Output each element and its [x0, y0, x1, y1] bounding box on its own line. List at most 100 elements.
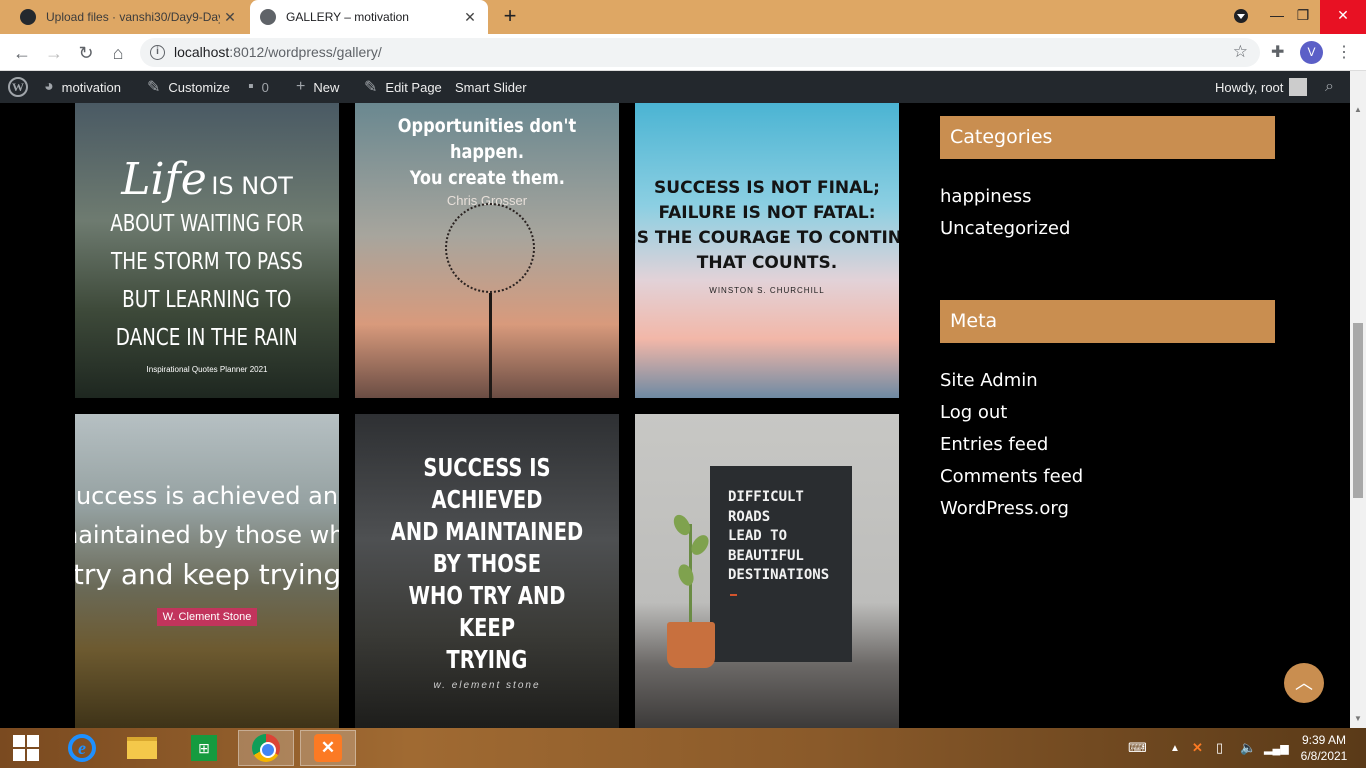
- quote-word-life: Life: [121, 153, 207, 205]
- store-icon: ⊞: [191, 735, 217, 761]
- new-content-link[interactable]: + New: [296, 71, 339, 103]
- xampp-icon: ✕: [314, 734, 342, 762]
- smart-slider-link[interactable]: Smart Slider: [455, 71, 527, 103]
- xampp-tray-icon[interactable]: ✕: [1192, 728, 1203, 768]
- tab-close-button[interactable]: ✕: [220, 9, 240, 26]
- browser-menu-icon[interactable]: ⋮: [1336, 42, 1352, 62]
- globe-icon: [260, 9, 276, 25]
- tab-close-button[interactable]: ✕: [460, 9, 480, 26]
- letter-board: DIFFICULT ROADS LEAD TO BEAUTIFUL DESTIN…: [710, 466, 852, 662]
- forward-arrow-icon[interactable]: →: [42, 41, 66, 65]
- quote-line: IT IS THE COURAGE TO CONTINUE: [635, 228, 899, 248]
- quote-line: BEAUTIFUL: [728, 547, 804, 564]
- gallery-image-churchill-quote[interactable]: SUCCESS IS NOT FINAL; FAILURE IS NOT FAT…: [635, 103, 899, 398]
- quote-line: Opportunities don't happen.: [397, 115, 577, 163]
- browser-toolbar: ← → ↻ ⌂ i localhost:8012/wordpress/galle…: [0, 34, 1366, 71]
- quote-author: WINSTON S. CHURCHILL: [709, 286, 825, 295]
- quote-line: SUCCESS IS NOT FINAL;: [654, 178, 880, 198]
- quote-line: try and keep trying: [75, 557, 339, 591]
- user-avatar: [1289, 78, 1308, 96]
- scroll-to-top-button[interactable]: ︿: [1284, 663, 1324, 703]
- meta-link-comments-feed[interactable]: Comments feed: [940, 466, 1083, 487]
- quote-line: BUT LEARNING TO: [122, 286, 292, 313]
- quote-line: TRYING: [446, 644, 528, 674]
- tab-title: Upload files · vanshi30/Day9-Day: [46, 10, 220, 24]
- quote-line: THE STORM TO PASS: [111, 248, 303, 275]
- tab-github-upload[interactable]: Upload files · vanshi30/Day9-Day ✕: [8, 0, 248, 34]
- internet-explorer-icon: e: [68, 734, 96, 762]
- meta-link-log-out[interactable]: Log out: [940, 402, 1007, 423]
- home-icon[interactable]: ⌂: [106, 41, 130, 65]
- chrome-icon: [252, 734, 280, 762]
- page-scrollbar[interactable]: ▲ ▼: [1350, 71, 1366, 728]
- category-link-uncategorized[interactable]: Uncategorized: [940, 218, 1070, 239]
- windows-taskbar: e ⊞ ✕ ⌨ ▲ ✕ ▯ 🔈 ▂▄▆ 9:39 AM 6/8/2021: [0, 728, 1366, 768]
- site-name-link[interactable]: ◕ motivation: [44, 71, 121, 103]
- quote-line: You create them.: [409, 167, 565, 189]
- pencil-icon: ✎: [364, 79, 378, 96]
- github-icon: [20, 9, 36, 25]
- windows-logo-icon: [13, 735, 39, 761]
- folder-icon: [127, 737, 157, 759]
- quote-line: DESTINATIONS: [728, 567, 830, 583]
- window-close-button[interactable]: ✕: [1320, 0, 1366, 34]
- gallery-image-stone-quote-script[interactable]: Success is achieved and maintained by th…: [75, 414, 339, 728]
- extensions-puzzle-icon[interactable]: ✚: [1271, 42, 1284, 62]
- back-arrow-icon[interactable]: ←: [10, 41, 34, 65]
- clock-time: 9:39 AM: [1301, 733, 1347, 747]
- scrollbar-thumb[interactable]: [1353, 323, 1363, 498]
- gallery-image-life-quote[interactable]: Life IS NOT ABOUT WAITING FOR THE STORM …: [75, 103, 339, 398]
- edit-page-link[interactable]: ✎ Edit Page: [364, 71, 442, 103]
- system-clock[interactable]: 9:39 AM 6/8/2021: [1296, 732, 1352, 764]
- clock-date: 6/8/2021: [1300, 749, 1348, 763]
- comments-link[interactable]: ▪ 0: [248, 71, 269, 103]
- bookmark-star-icon[interactable]: ☆: [1233, 42, 1248, 62]
- url-text[interactable]: localhost:8012/wordpress/gallery/: [174, 44, 382, 60]
- dashboard-icon: ◕: [44, 78, 54, 95]
- xampp-taskbar-button[interactable]: ✕: [300, 730, 356, 766]
- store-taskbar-button[interactable]: ⊞: [176, 730, 232, 766]
- reload-icon[interactable]: ↻: [74, 41, 98, 65]
- gallery-image-stone-quote-cliff[interactable]: SUCCESS IS ACHIEVED AND MAINTAINED BY TH…: [355, 414, 619, 728]
- volume-icon[interactable]: 🔈: [1240, 728, 1256, 768]
- quote-line: WHO TRY AND KEEP: [408, 580, 566, 642]
- browser-tab-strip: Upload files · vanshi30/Day9-Day ✕ GALLE…: [0, 0, 1366, 34]
- wordpress-logo-icon[interactable]: W: [8, 71, 28, 103]
- quote-author-tag: W. Clement Stone: [156, 607, 258, 626]
- file-explorer-taskbar-button[interactable]: [114, 730, 170, 766]
- meta-link-wordpress-org[interactable]: WordPress.org: [940, 498, 1069, 519]
- my-account-link[interactable]: Howdy, root: [1215, 71, 1308, 103]
- dandelion-image: [445, 203, 535, 293]
- brush-icon: ✎: [147, 79, 161, 96]
- network-signal-icon[interactable]: ▂▄▆: [1264, 728, 1289, 768]
- categories-widget-title: Categories: [940, 116, 1275, 159]
- customize-link[interactable]: ✎ Customize: [147, 71, 230, 103]
- gallery-image-difficult-roads[interactable]: DIFFICULT ROADS LEAD TO BEAUTIFUL DESTIN…: [635, 414, 899, 728]
- meta-link-site-admin[interactable]: Site Admin: [940, 370, 1038, 391]
- gallery-image-opportunities-quote[interactable]: Opportunities don't happen. You create t…: [355, 103, 619, 398]
- quote-line: IS NOT: [211, 171, 293, 200]
- search-icon[interactable]: ⌕: [1325, 71, 1334, 103]
- device-tray-icon[interactable]: ▯: [1216, 728, 1223, 768]
- chrome-taskbar-button[interactable]: [238, 730, 294, 766]
- tab-title: GALLERY – motivation: [286, 10, 409, 24]
- new-tab-button[interactable]: +: [498, 5, 522, 29]
- start-button[interactable]: [4, 730, 48, 766]
- scroll-up-arrow-icon[interactable]: ▲: [1354, 105, 1362, 114]
- tab-gallery-motivation[interactable]: GALLERY – motivation ✕: [250, 0, 488, 34]
- profile-avatar[interactable]: V: [1300, 41, 1323, 64]
- plant-pot: [667, 622, 715, 668]
- site-info-icon[interactable]: i: [150, 45, 165, 60]
- address-bar[interactable]: i localhost:8012/wordpress/gallery/ ☆: [140, 38, 1260, 67]
- keyboard-icon[interactable]: ⌨: [1128, 728, 1147, 768]
- internet-explorer-taskbar-button[interactable]: e: [54, 730, 110, 766]
- quote-line: Success is achieved and: [75, 481, 339, 510]
- planner-caption: Inspirational Quotes Planner 2021: [146, 364, 268, 374]
- scroll-down-arrow-icon[interactable]: ▼: [1354, 714, 1362, 723]
- quote-line: THAT COUNTS.: [696, 253, 838, 273]
- show-hidden-icons-icon[interactable]: ▲: [1170, 728, 1180, 768]
- tab-search-dropdown-icon[interactable]: [1234, 9, 1248, 23]
- quote-line: DANCE IN THE RAIN: [116, 324, 298, 351]
- meta-link-entries-feed[interactable]: Entries feed: [940, 434, 1048, 455]
- category-link-happiness[interactable]: happiness: [940, 186, 1032, 207]
